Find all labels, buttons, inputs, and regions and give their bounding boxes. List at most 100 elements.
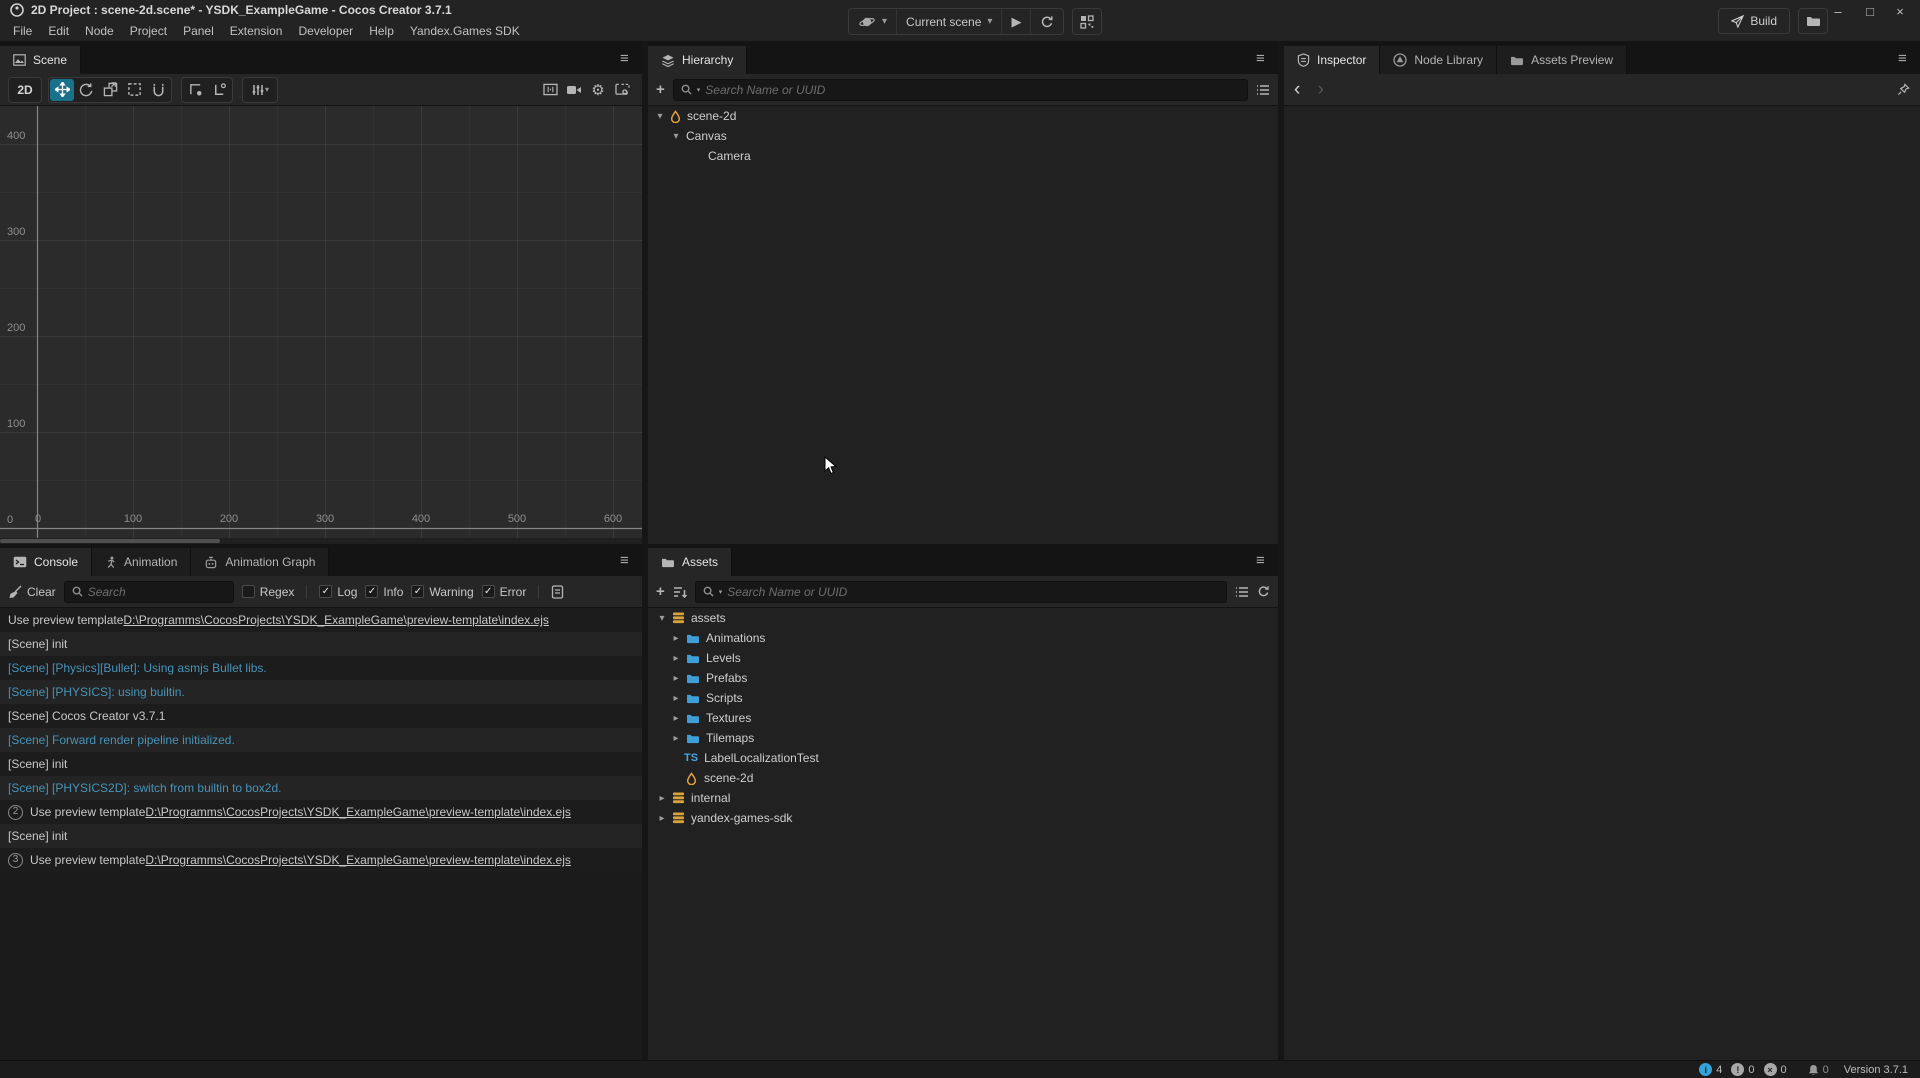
warning-checkbox[interactable]: ✓ xyxy=(411,585,424,598)
tab-node-library[interactable]: Node Library xyxy=(1380,46,1497,74)
log-link[interactable]: D:\Programms\CocosProjects\YSDK_ExampleG… xyxy=(145,800,571,824)
asset-row-scripts[interactable]: ▸ Scripts xyxy=(648,688,1278,708)
console-log-row[interactable]: 3Use preview template D:\Programms\Cocos… xyxy=(0,848,642,872)
log-file-icon[interactable] xyxy=(551,585,564,599)
gizmo-display-button[interactable] xyxy=(612,80,632,100)
regex-filter[interactable]: Regex xyxy=(242,585,295,599)
play-button[interactable]: ▶ xyxy=(1002,9,1031,34)
console-log-row[interactable]: [Scene] init xyxy=(0,824,642,848)
asset-row-tilemaps[interactable]: ▸ Tilemaps xyxy=(648,728,1278,748)
close-button[interactable]: × xyxy=(1886,2,1914,22)
list-view-icon[interactable] xyxy=(1235,586,1249,598)
hierarchy-node-canvas[interactable]: ▾ Canvas xyxy=(648,126,1278,146)
console-log-row[interactable]: [Scene] Cocos Creator v3.7.1 xyxy=(0,704,642,728)
preview-qr-button[interactable] xyxy=(1072,8,1102,35)
menu-yandex-games-sdk[interactable]: Yandex.Games SDK xyxy=(402,20,528,42)
scene-select-dropdown[interactable]: Current scene ▾ xyxy=(897,9,1002,34)
console-log-row[interactable]: [Scene] Forward render pipeline initiali… xyxy=(0,728,642,752)
chevron-right-icon[interactable]: ▸ xyxy=(670,733,682,744)
tab-assets-preview[interactable]: Assets Preview xyxy=(1497,46,1627,74)
tab-assets[interactable]: Assets xyxy=(648,548,732,576)
menu-help[interactable]: Help xyxy=(361,20,402,42)
pivot-tool-button[interactable] xyxy=(207,79,231,101)
log-filter[interactable]: ✓ Log xyxy=(319,585,357,599)
chevron-right-icon[interactable]: ▸ xyxy=(656,793,668,804)
pin-icon[interactable] xyxy=(1897,83,1910,96)
tab-hierarchy[interactable]: Hierarchy xyxy=(648,46,747,74)
menu-node[interactable]: Node xyxy=(77,20,122,42)
ruler-toggle-button[interactable] xyxy=(540,80,560,100)
console-search[interactable] xyxy=(64,581,234,603)
hierarchy-search-input[interactable] xyxy=(705,83,1240,97)
hierarchy-node-camera[interactable]: Camera xyxy=(648,146,1278,166)
menu-extension[interactable]: Extension xyxy=(222,20,291,42)
build-button[interactable]: Build xyxy=(1718,8,1790,34)
menu-developer[interactable]: Developer xyxy=(290,20,361,42)
assets-search[interactable]: ▾ xyxy=(695,581,1227,603)
add-asset-icon[interactable]: + xyxy=(656,583,665,600)
refresh-icon[interactable] xyxy=(1257,585,1270,598)
tab-scene[interactable]: Scene xyxy=(0,46,81,74)
chevron-down-icon[interactable]: ▾ xyxy=(670,131,682,142)
scrollbar-thumb[interactable] xyxy=(0,539,220,543)
chevron-right-icon[interactable]: ▸ xyxy=(670,653,682,664)
log-checkbox[interactable]: ✓ xyxy=(319,585,332,598)
chevron-right-icon[interactable]: ▸ xyxy=(670,713,682,724)
tab-animation-graph[interactable]: Animation Graph xyxy=(191,548,329,576)
console-log-row[interactable]: 2Use preview template D:\Programms\Cocos… xyxy=(0,800,642,824)
scene-viewport[interactable]: 400 300 200 100 0 0 100 200 300 400 500 … xyxy=(0,106,642,538)
status-notifications[interactable]: 0 xyxy=(1808,1064,1829,1076)
menu-file[interactable]: File xyxy=(5,20,40,42)
tab-animation[interactable]: Animation xyxy=(92,548,191,576)
preview-browser-select[interactable]: ▾ xyxy=(849,9,897,34)
reload-button[interactable] xyxy=(1031,9,1063,34)
menu-edit[interactable]: Edit xyxy=(40,20,77,42)
asset-row-assets[interactable]: ▾ assets xyxy=(648,608,1278,628)
asset-row-textures[interactable]: ▸ Textures xyxy=(648,708,1278,728)
move-tool-button[interactable] xyxy=(50,79,74,101)
hierarchy-search[interactable]: ▾ xyxy=(673,79,1248,101)
asset-row-labellocalizationtest[interactable]: TS LabelLocalizationTest xyxy=(648,748,1278,768)
chevron-right-icon[interactable]: ▸ xyxy=(670,693,682,704)
console-log-row[interactable]: [Scene] [PHYSICS2D]: switch from builtin… xyxy=(0,776,642,800)
menu-panel[interactable]: Panel xyxy=(175,20,222,42)
chevron-right-icon[interactable]: ▸ xyxy=(670,673,682,684)
console-log-row[interactable]: [Scene] [PHYSICS]: using builtin. xyxy=(0,680,642,704)
snap-tool-button[interactable] xyxy=(183,79,207,101)
forward-icon[interactable]: › xyxy=(1318,79,1324,100)
info-filter[interactable]: ✓ Info xyxy=(365,585,403,599)
clear-console-button[interactable]: Clear xyxy=(8,585,56,599)
chevron-right-icon[interactable]: ▸ xyxy=(670,633,682,644)
log-link[interactable]: D:\Programms\CocosProjects\YSDK_ExampleG… xyxy=(123,608,549,632)
console-log-row[interactable]: [Scene] [Physics][Bullet]: Using asmjs B… xyxy=(0,656,642,680)
status-errors[interactable]: × 0 xyxy=(1764,1063,1787,1076)
toggle-2d-button[interactable]: 2D xyxy=(10,79,40,101)
asset-row-prefabs[interactable]: ▸ Prefabs xyxy=(648,668,1278,688)
rotate-tool-button[interactable] xyxy=(74,79,98,101)
tab-console[interactable]: Console xyxy=(0,548,92,576)
console-search-input[interactable] xyxy=(88,585,243,599)
list-view-icon[interactable] xyxy=(1256,84,1270,96)
rect-tool-button[interactable] xyxy=(122,79,146,101)
gear-icon[interactable]: ⚙ xyxy=(588,80,608,100)
info-checkbox[interactable]: ✓ xyxy=(365,585,378,598)
chevron-down-icon[interactable]: ▾ xyxy=(656,613,668,624)
regex-checkbox[interactable] xyxy=(242,585,255,598)
scale-tool-button[interactable] xyxy=(98,79,122,101)
back-icon[interactable]: ‹ xyxy=(1294,79,1300,100)
asset-row-scene-2d[interactable]: scene-2d xyxy=(648,768,1278,788)
sort-icon[interactable] xyxy=(673,586,687,598)
status-warnings[interactable]: ! 0 xyxy=(1731,1063,1754,1076)
error-filter[interactable]: ✓ Error xyxy=(482,585,527,599)
camera-view-button[interactable] xyxy=(564,80,584,100)
tab-inspector[interactable]: Inspector xyxy=(1284,46,1380,74)
console-log-row[interactable]: [Scene] init xyxy=(0,632,642,656)
console-menu-icon[interactable]: ≡ xyxy=(620,552,629,569)
asset-row-levels[interactable]: ▸ Levels xyxy=(648,648,1278,668)
console-log-row[interactable]: Use preview template D:\Programms\CocosP… xyxy=(0,608,642,632)
chevron-down-icon[interactable]: ▾ xyxy=(654,111,666,122)
assets-menu-icon[interactable]: ≡ xyxy=(1256,552,1265,569)
gizmo-settings-dropdown[interactable]: ▾ xyxy=(244,79,276,101)
asset-row-internal[interactable]: ▸ internal xyxy=(648,788,1278,808)
ui-transform-tool-button[interactable] xyxy=(146,79,170,101)
